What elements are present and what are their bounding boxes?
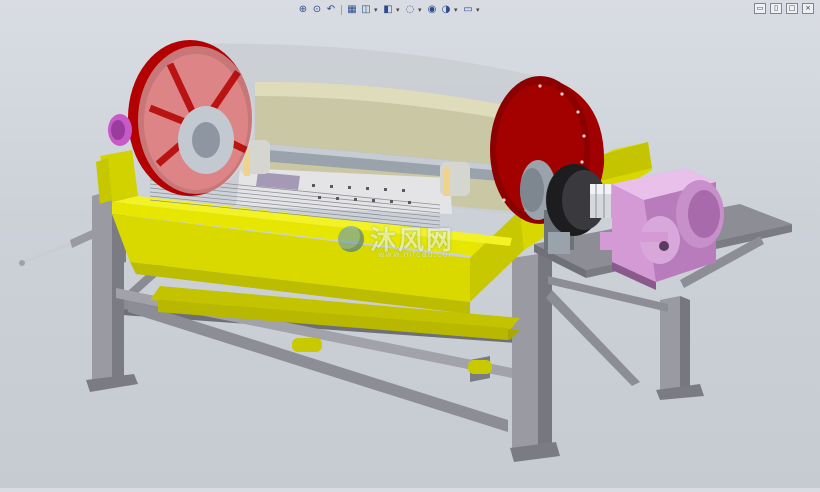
- adjustment-handle: [19, 230, 94, 266]
- outlet-pipe-left: [292, 338, 322, 352]
- chevron-down-icon[interactable]: ▾: [476, 6, 482, 14]
- chevron-down-icon[interactable]: ▾: [374, 6, 380, 14]
- view-orientation-icon[interactable]: ◫: [360, 4, 372, 16]
- previous-view-icon[interactable]: ↶: [325, 4, 337, 16]
- toolbar-separator: [341, 5, 342, 15]
- restore-view-icon[interactable]: ▭: [754, 3, 766, 14]
- zoom-to-fit-icon[interactable]: ⊕: [297, 4, 309, 16]
- magnetic-separator-model: [19, 40, 792, 462]
- heads-up-view-toolbar: ⊕ ⊙ ↶ ▦ ◫ ▾ ◧ ▾ ◌ ▾ ◉ ◑ ▾ ▭ ▾: [297, 2, 482, 18]
- close-view-icon[interactable]: ×: [802, 3, 814, 14]
- viewport-window-controls: ▭ ▯ □ ×: [754, 3, 814, 14]
- motor-left: [108, 114, 132, 146]
- display-style-icon[interactable]: ◧: [382, 4, 394, 16]
- section-view-icon[interactable]: ▦: [346, 4, 358, 16]
- apply-scene-icon[interactable]: ◑: [440, 4, 452, 16]
- tile-view-icon[interactable]: ▯: [770, 3, 782, 14]
- chevron-down-icon[interactable]: ▾: [454, 6, 460, 14]
- edit-appearance-icon[interactable]: ◉: [426, 4, 438, 16]
- chevron-down-icon[interactable]: ▾: [396, 6, 402, 14]
- graphics-viewport[interactable]: [0, 0, 820, 488]
- outlet-pipe-right: [468, 360, 492, 374]
- view-settings-icon[interactable]: ▭: [462, 4, 474, 16]
- maximize-view-icon[interactable]: □: [786, 3, 798, 14]
- chevron-down-icon[interactable]: ▾: [418, 6, 424, 14]
- zoom-to-area-icon[interactable]: ⊙: [311, 4, 323, 16]
- hide-show-items-icon[interactable]: ◌: [404, 4, 416, 16]
